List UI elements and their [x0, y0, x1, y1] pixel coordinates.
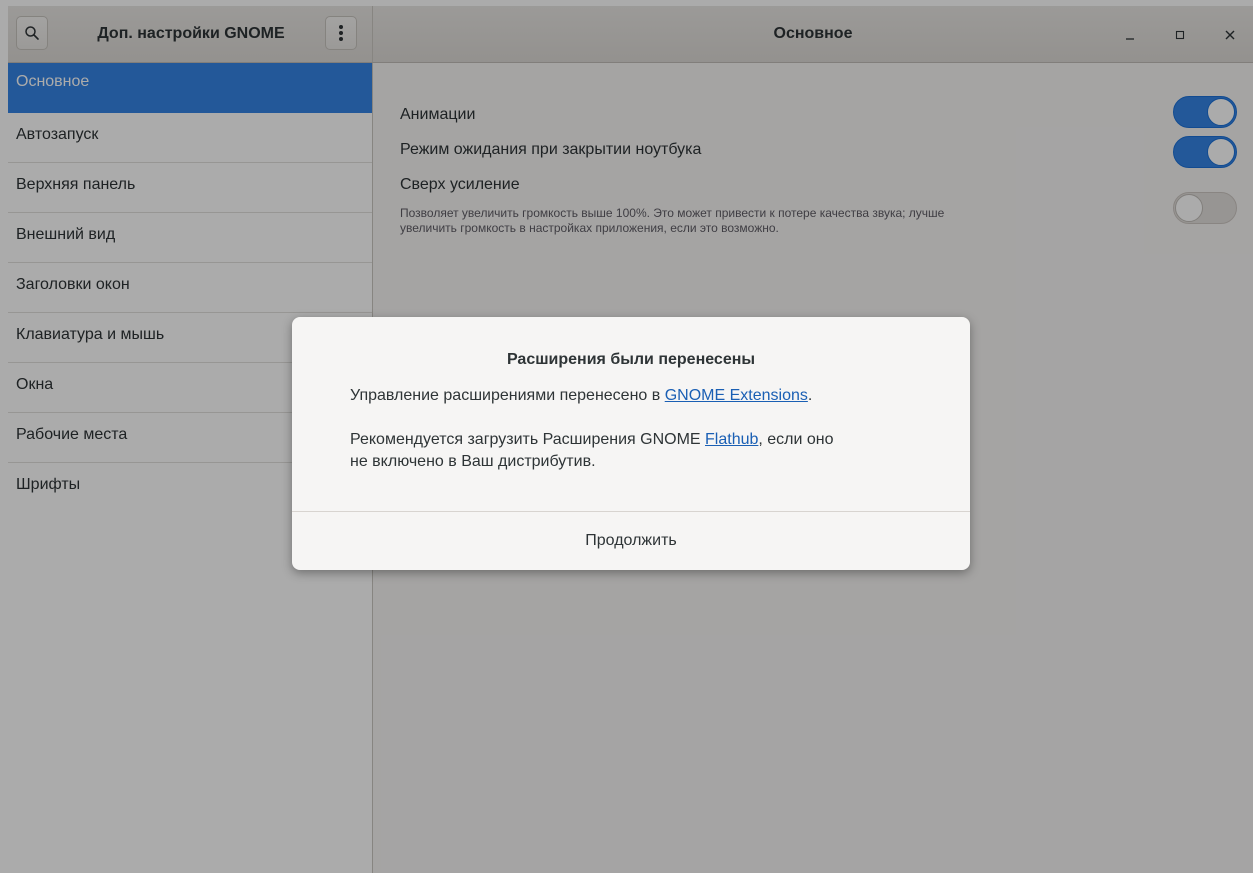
message-text: не включено в Ваш дистрибутив. — [350, 453, 596, 470]
dialog-message-2: Рекомендуется загрузить Расширения GNOME… — [350, 429, 930, 473]
dialog-message-1: Управление расширениями перенесено в GNO… — [350, 385, 930, 407]
flathub-link[interactable]: Flathub — [705, 431, 758, 448]
message-text: , если оно — [758, 431, 834, 448]
message-text: Рекомендуется загрузить Расширения GNOME — [350, 431, 706, 448]
gnome-extensions-link[interactable]: GNOME Extensions — [665, 387, 808, 404]
continue-button[interactable]: Продолжить — [292, 512, 970, 570]
message-text: . — [807, 387, 813, 404]
message-text: Управление расширениями перенесено в — [350, 387, 665, 404]
extensions-moved-dialog: Расширения были перенесены Управление ра… — [292, 317, 970, 570]
dialog-title: Расширения были перенесены — [506, 351, 756, 368]
